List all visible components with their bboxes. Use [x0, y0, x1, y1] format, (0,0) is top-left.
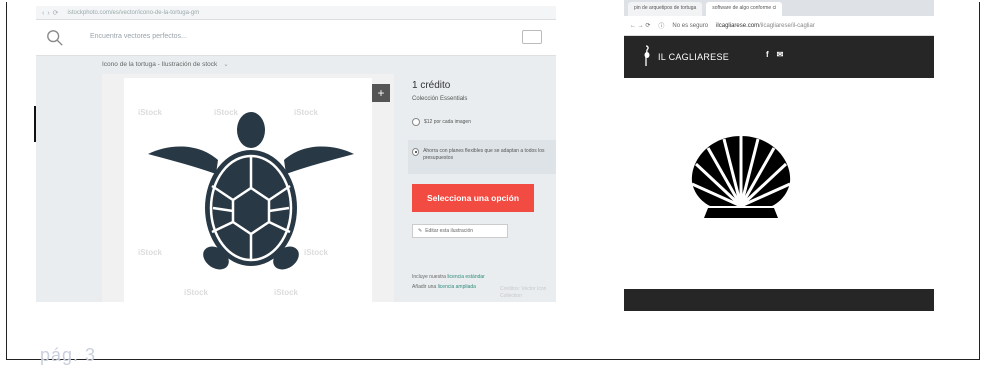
- mail-icon[interactable]: ✉: [777, 50, 784, 59]
- license-prefix: Añadir una: [412, 284, 438, 290]
- radio-selected-icon[interactable]: [412, 148, 420, 156]
- page-number: pág. 3: [40, 345, 97, 365]
- cagliarese-site-screenshot: pin de arquetipos de tortuga software de…: [624, 0, 934, 311]
- url-address[interactable]: ilcagliarese.com/ilcagliarese/il-cagliar: [716, 23, 815, 29]
- url-text[interactable]: istockphoto.com/es/vector/icono-de-la-to…: [68, 10, 200, 16]
- extended-license-link[interactable]: licencia ampliada: [438, 284, 476, 290]
- search-input[interactable]: Encuentra vectores perfectos...: [90, 33, 187, 40]
- standard-license-link[interactable]: licencia estándar: [447, 274, 485, 280]
- option-label: $12 por cada imagen: [424, 119, 471, 125]
- watermark: iStock: [184, 288, 209, 297]
- breadcrumb: Icono de la tortuga - Ilustración de sto…: [102, 60, 229, 68]
- search-icon[interactable]: [46, 29, 64, 47]
- camera-search-icon[interactable]: [522, 30, 542, 44]
- select-option-button[interactable]: Selecciona una opción: [412, 184, 534, 212]
- license-prefix: Incluye nuestra: [412, 274, 448, 280]
- scallop-shell-icon: [691, 136, 791, 218]
- browser-tab[interactable]: software de algo conforme ci: [706, 2, 783, 16]
- browser-url-bar[interactable]: ‹›⟳ istockphoto.com/es/vector/icono-de-l…: [36, 6, 556, 20]
- collection-label: Colección Essentials: [412, 96, 468, 102]
- site-header: IL CAGLIARESE f ✉: [624, 36, 934, 78]
- browser-tab[interactable]: pin de arquetipos de tortuga: [628, 2, 703, 16]
- credit-title: 1 crédito: [412, 80, 451, 91]
- social-links: f ✉: [766, 50, 783, 59]
- option-label: Ahorra con planes flexibles que se adapt…: [423, 148, 545, 161]
- security-label: No es seguro: [672, 22, 709, 29]
- nav-buttons-icon[interactable]: ‹›⟳: [42, 9, 62, 17]
- facebook-icon[interactable]: f: [766, 50, 769, 59]
- purchase-panel: 1 crédito Colección Essentials $12 por c…: [408, 74, 556, 302]
- flamingo-logo-icon[interactable]: [642, 45, 650, 67]
- watermark: iStock: [274, 288, 299, 297]
- search-bar[interactable]: Encuentra vectores perfectos...: [36, 20, 556, 56]
- license-extended-text: Añadir una licencia ampliada: [412, 284, 476, 290]
- chevron-down-icon[interactable]: ⌄: [223, 60, 228, 68]
- site-footer: [624, 289, 934, 311]
- turtle-icon: [148, 112, 354, 270]
- site-brand[interactable]: IL CAGLIARESE: [658, 52, 729, 62]
- browser-tabs: pin de arquetipos de tortuga software de…: [624, 0, 934, 16]
- credit-watermark: Créditos: Vector Icon Collection: [500, 286, 547, 299]
- browser-url-bar[interactable]: ← → ⟳ ⓘ No es seguro ilcagliarese.com/il…: [624, 16, 934, 36]
- license-standard-text: Incluye nuestra licencia estándar: [412, 274, 485, 280]
- breadcrumb-title: Icono de la tortuga - Ilustración de sto…: [102, 61, 218, 68]
- edit-illustration-button[interactable]: ✎ Editar esta ilustración: [412, 224, 508, 238]
- edit-label: Editar esta ilustración: [425, 228, 474, 234]
- add-to-board-button[interactable]: +: [372, 84, 390, 102]
- page: ‹›⟳ istockphoto.com/es/vector/icono-de-l…: [0, 0, 983, 365]
- radio-icon[interactable]: [412, 118, 420, 126]
- nav-buttons-icon[interactable]: ← → ⟳: [630, 22, 650, 29]
- edit-icon: ✎: [418, 228, 423, 234]
- info-icon[interactable]: ⓘ: [658, 21, 664, 30]
- stock-site-screenshot: ‹›⟳ istockphoto.com/es/vector/icono-de-l…: [36, 6, 556, 302]
- option-single-image[interactable]: $12 por cada imagen: [412, 118, 471, 126]
- option-flexible-plans[interactable]: Ahorra con planes flexibles que se adapt…: [408, 140, 556, 174]
